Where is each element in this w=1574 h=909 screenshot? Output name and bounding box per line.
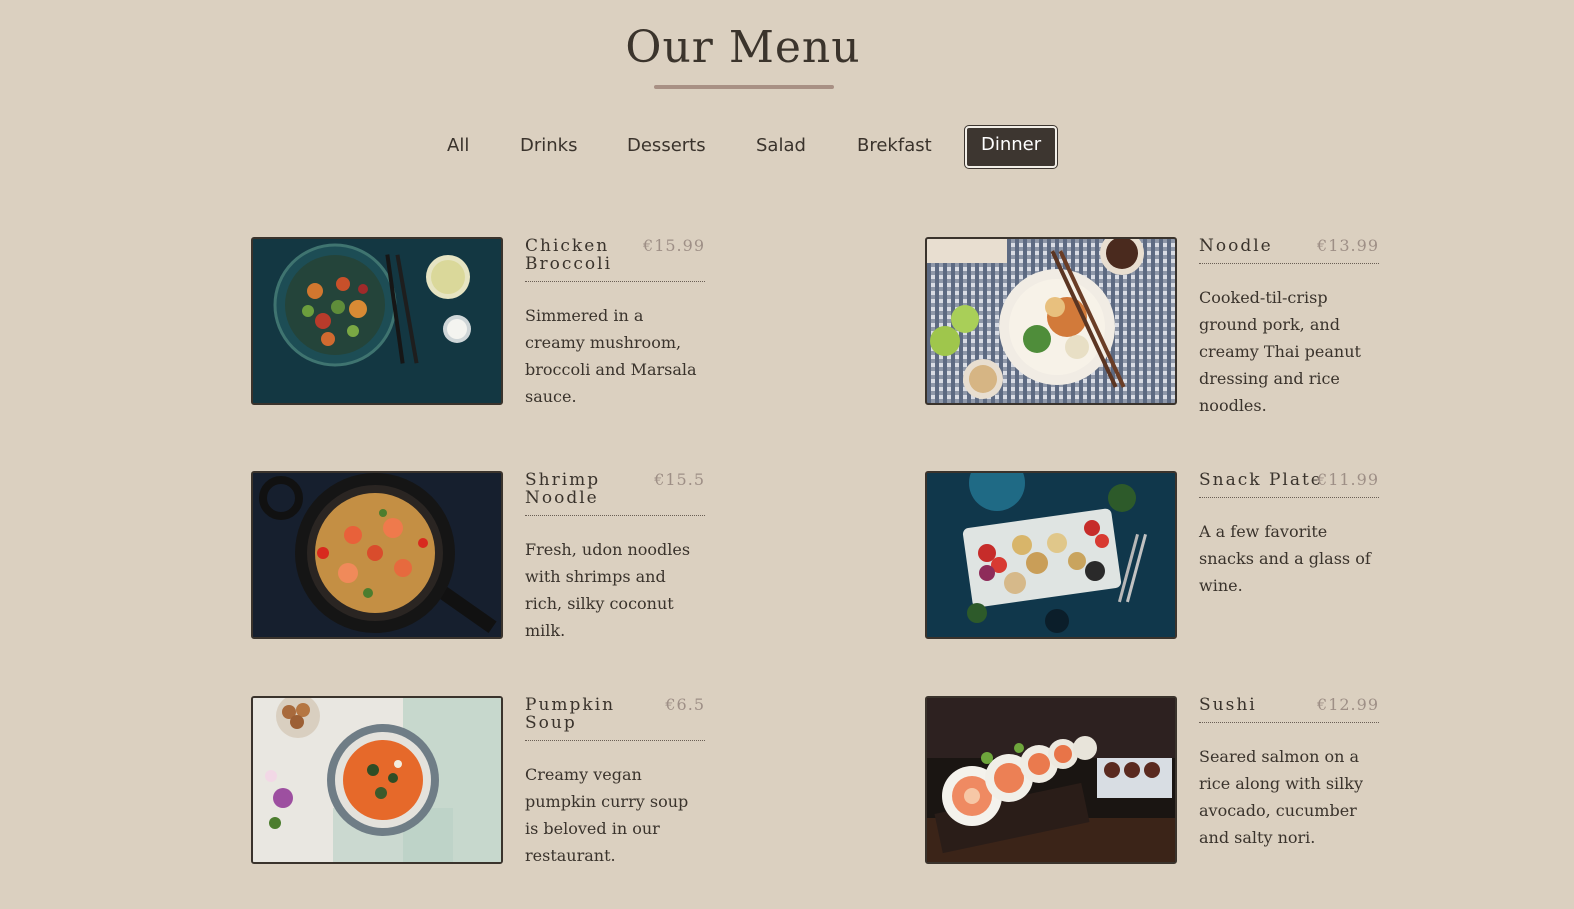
item-name: Sushi [1199,695,1257,715]
noodle-image [925,237,1177,405]
category-filters: All Drinks Desserts Salad Brekfast Dinne… [0,126,1574,168]
pumpkin-soup-image [251,696,503,864]
shrimp-noodle-image [251,471,503,639]
item-price: €15.5 [654,470,705,489]
item-name: Shrimp Noodle [525,470,601,508]
filter-desserts[interactable]: Desserts [612,126,721,166]
title-underline [654,85,834,89]
menu-item: Snack Plate €11.99 A a few favorite snac… [925,471,1380,641]
page-title: Our Menu [625,22,861,73]
item-name: Pumpkin Soup [525,695,616,733]
item-description: Creamy vegan pumpkin curry soup is belov… [525,765,689,865]
snack-plate-image [925,471,1177,639]
menu-item: Noodle €13.99 Cooked-til-crisp ground po… [925,236,1380,415]
menu-item: Chicken Broccoli €15.99 Simmered in a cr… [251,237,706,407]
item-price: €12.99 [1317,695,1379,714]
filter-drinks[interactable]: Drinks [505,126,592,166]
item-description: Seared salmon on a rice along with silky… [1199,747,1364,847]
item-price: €6.5 [665,695,705,714]
item-name: Chicken Broccoli [525,236,613,274]
menu-item: Shrimp Noodle €15.5 Fresh, udon noodles … [251,471,706,641]
sushi-image [925,696,1177,864]
item-description: Simmered in a creamy mushroom, broccoli … [525,306,697,406]
filter-dinner[interactable]: Dinner [965,126,1058,168]
item-price: €13.99 [1317,236,1379,255]
item-name: Noodle [1199,236,1273,256]
filter-brekfast[interactable]: Brekfast [842,126,947,166]
filter-all[interactable]: All [432,126,484,166]
menu-item: Pumpkin Soup €6.5 Creamy vegan pumpkin c… [251,696,706,866]
item-price: €15.99 [643,236,705,255]
item-description: Fresh, udon noodles with shrimps and ric… [525,540,691,640]
item-description: Cooked-til-crisp ground pork, and creamy… [1199,288,1361,415]
chicken-broccoli-image [251,237,503,405]
item-description: A a few favorite snacks and a glass of w… [1199,522,1371,595]
filter-salad[interactable]: Salad [741,126,821,166]
menu-item: Sushi €12.99 Seared salmon on a rice alo… [925,696,1380,866]
item-price: €11.99 [1317,470,1379,489]
